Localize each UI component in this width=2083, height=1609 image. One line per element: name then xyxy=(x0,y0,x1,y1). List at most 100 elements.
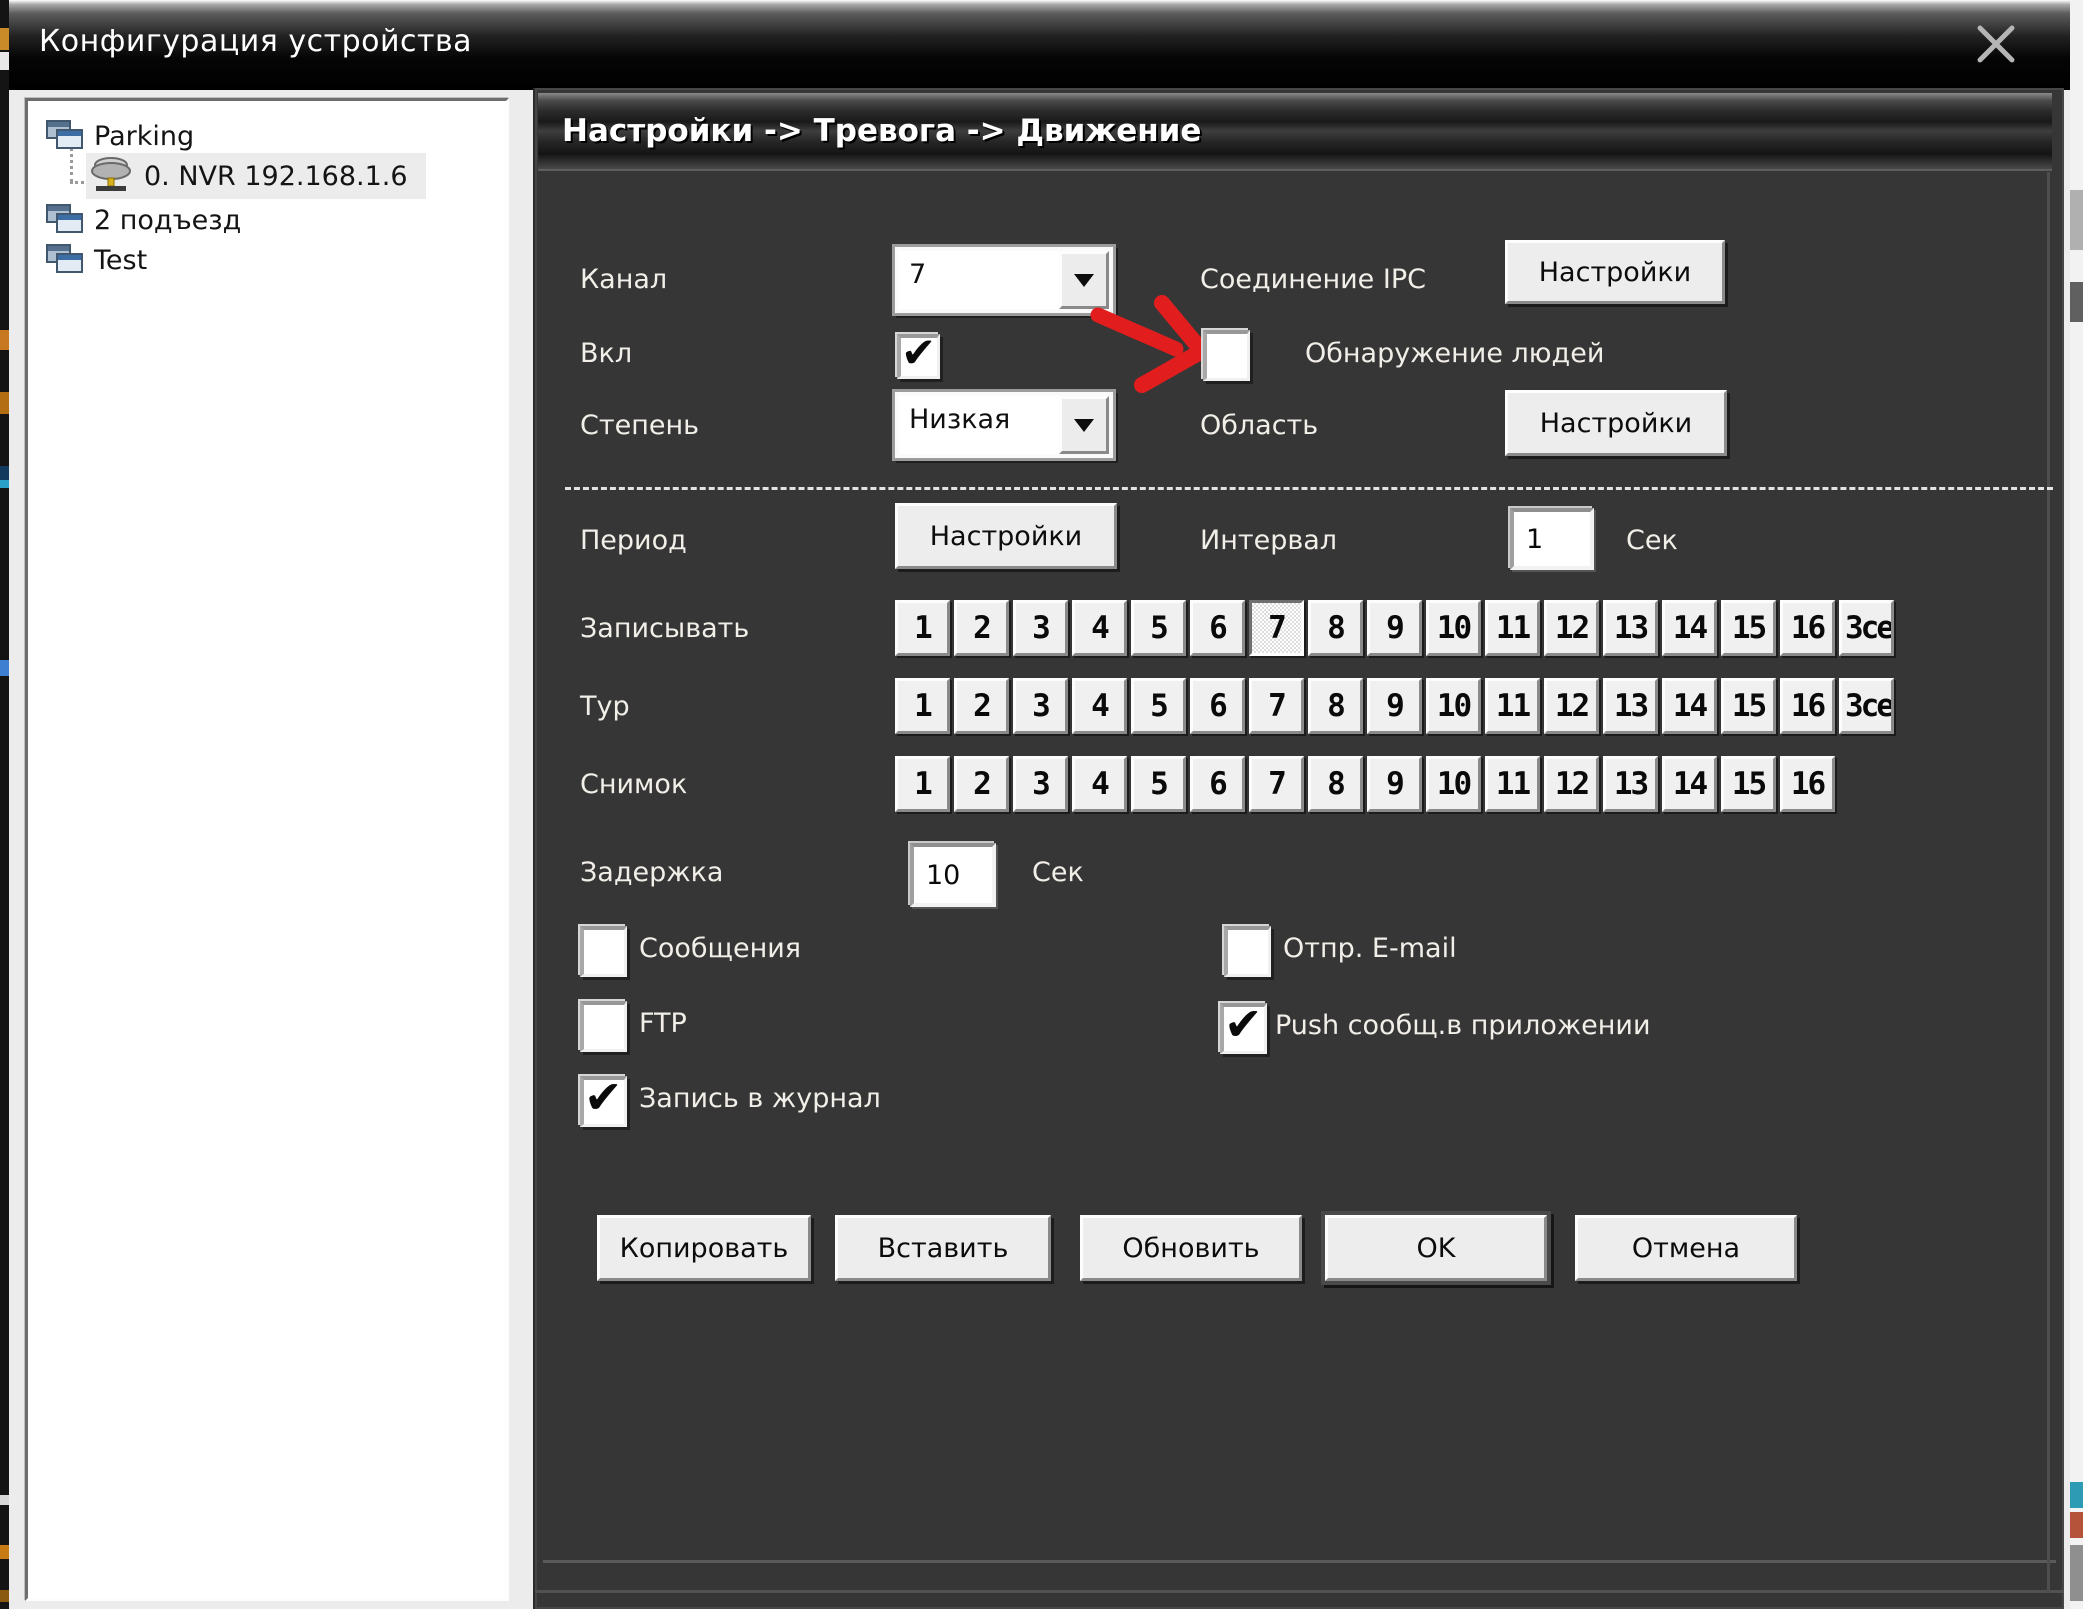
log-checkbox[interactable] xyxy=(580,1076,627,1127)
chevron-down-icon[interactable] xyxy=(1059,396,1109,454)
channel-button-8[interactable]: 8 xyxy=(1308,756,1363,812)
region-label: Область xyxy=(1200,410,1318,441)
channel-button-12[interactable]: 12 xyxy=(1544,678,1599,734)
channel-button-6[interactable]: 6 xyxy=(1190,600,1245,656)
channel-button-6[interactable]: 6 xyxy=(1190,678,1245,734)
channel-button-6[interactable]: 6 xyxy=(1190,756,1245,812)
cancel-button[interactable]: Отмена xyxy=(1575,1215,1797,1281)
channel-select[interactable]: 7 xyxy=(895,247,1113,313)
channel-button-2[interactable]: 2 xyxy=(954,600,1009,656)
channel-button-4[interactable]: 4 xyxy=(1072,678,1127,734)
level-value: Низкая xyxy=(909,404,1010,435)
ipc-settings-button[interactable]: Настройки xyxy=(1505,240,1725,304)
window-title: Конфигурация устройства xyxy=(39,24,472,59)
channel-button-9[interactable]: 9 xyxy=(1367,678,1422,734)
email-checkbox[interactable] xyxy=(1224,926,1271,977)
title-bar: Конфигурация устройства xyxy=(9,0,2070,90)
ftp-checkbox[interactable] xyxy=(580,1001,627,1052)
channel-button-15[interactable]: 15 xyxy=(1721,756,1776,812)
device-group-icon xyxy=(46,241,84,279)
record-channel-strip: 12345678910111213141516Зсе xyxy=(895,600,1894,656)
device-group-icon xyxy=(46,117,84,155)
channel-button-Зсе[interactable]: Зсе xyxy=(1839,678,1894,734)
channel-button-11[interactable]: 11 xyxy=(1485,678,1540,734)
channel-button-14[interactable]: 14 xyxy=(1662,756,1717,812)
interval-input[interactable] xyxy=(1510,508,1594,570)
channel-button-12[interactable]: 12 xyxy=(1544,600,1599,656)
channel-button-2[interactable]: 2 xyxy=(954,678,1009,734)
panel-frame-line xyxy=(535,1590,2064,1593)
channel-button-13[interactable]: 13 xyxy=(1603,600,1658,656)
channel-button-14[interactable]: 14 xyxy=(1662,678,1717,734)
channel-button-12[interactable]: 12 xyxy=(1544,756,1599,812)
channel-button-7[interactable]: 7 xyxy=(1249,756,1304,812)
close-icon[interactable] xyxy=(1974,22,2018,66)
human-detection-checkbox[interactable] xyxy=(1203,330,1250,381)
channel-button-15[interactable]: 15 xyxy=(1721,678,1776,734)
channel-button-14[interactable]: 14 xyxy=(1662,600,1717,656)
messages-checkbox[interactable] xyxy=(580,926,627,977)
channel-button-16[interactable]: 16 xyxy=(1780,756,1835,812)
channel-button-7[interactable]: 7 xyxy=(1249,600,1304,656)
period-settings-button[interactable]: Настройки xyxy=(895,503,1117,569)
channel-button-4[interactable]: 4 xyxy=(1072,600,1127,656)
channel-button-13[interactable]: 13 xyxy=(1603,756,1658,812)
tour-channel-strip: 12345678910111213141516Зсе xyxy=(895,678,1894,734)
separator xyxy=(565,487,2053,490)
channel-button-3[interactable]: 3 xyxy=(1013,756,1068,812)
region-settings-button[interactable]: Настройки xyxy=(1505,390,1727,456)
channel-button-15[interactable]: 15 xyxy=(1721,600,1776,656)
channel-button-Зсе[interactable]: Зсе xyxy=(1839,600,1894,656)
delay-input[interactable] xyxy=(910,843,996,907)
ok-button[interactable]: OK xyxy=(1325,1215,1547,1281)
ipc-connection-label: Соединение IPC xyxy=(1200,264,1426,295)
channel-button-10[interactable]: 10 xyxy=(1426,756,1481,812)
channel-button-11[interactable]: 11 xyxy=(1485,756,1540,812)
tree-item-label: 2 подъезд xyxy=(94,205,241,236)
channel-button-8[interactable]: 8 xyxy=(1308,678,1363,734)
channel-button-1[interactable]: 1 xyxy=(895,756,950,812)
refresh-button[interactable]: Обновить xyxy=(1080,1215,1302,1281)
paste-button[interactable]: Вставить xyxy=(835,1215,1051,1281)
channel-button-5[interactable]: 5 xyxy=(1131,678,1186,734)
channel-button-8[interactable]: 8 xyxy=(1308,600,1363,656)
tree-item-label: Test xyxy=(94,245,147,276)
channel-button-3[interactable]: 3 xyxy=(1013,678,1068,734)
channel-button-5[interactable]: 5 xyxy=(1131,756,1186,812)
interval-unit-label: Сек xyxy=(1626,525,1678,556)
human-detection-label: Обнаружение людей xyxy=(1305,338,1604,369)
copy-button[interactable]: Копировать xyxy=(597,1215,811,1281)
record-label: Записывать xyxy=(580,613,749,644)
device-group-icon xyxy=(46,201,84,239)
channel-button-10[interactable]: 10 xyxy=(1426,678,1481,734)
delay-label: Задержка xyxy=(580,857,723,888)
tree-item-label: 0. NVR 192.168.1.6 xyxy=(144,161,408,192)
channel-button-5[interactable]: 5 xyxy=(1131,600,1186,656)
push-label: Push сообщ.в приложении xyxy=(1275,1010,1651,1041)
channel-button-16[interactable]: 16 xyxy=(1780,678,1835,734)
channel-button-9[interactable]: 9 xyxy=(1367,600,1422,656)
channel-button-3[interactable]: 3 xyxy=(1013,600,1068,656)
channel-button-1[interactable]: 1 xyxy=(895,678,950,734)
push-checkbox[interactable] xyxy=(1220,1003,1267,1054)
channel-button-13[interactable]: 13 xyxy=(1603,678,1658,734)
channel-button-4[interactable]: 4 xyxy=(1072,756,1127,812)
tree-item-nvr[interactable]: 0. NVR 192.168.1.6 xyxy=(86,153,426,199)
messages-label: Сообщения xyxy=(639,933,801,964)
channel-label: Канал xyxy=(580,264,667,295)
tree-item-label: Parking xyxy=(94,121,194,152)
tree-item-test[interactable]: Test xyxy=(44,237,153,283)
screen: Конфигурация устройства xyxy=(0,0,2083,1609)
channel-button-1[interactable]: 1 xyxy=(895,600,950,656)
log-label: Запись в журнал xyxy=(639,1083,881,1114)
channel-button-2[interactable]: 2 xyxy=(954,756,1009,812)
channel-button-11[interactable]: 11 xyxy=(1485,600,1540,656)
channel-button-9[interactable]: 9 xyxy=(1367,756,1422,812)
tour-label: Тур xyxy=(580,691,630,722)
channel-button-7[interactable]: 7 xyxy=(1249,678,1304,734)
channel-button-16[interactable]: 16 xyxy=(1780,600,1835,656)
enable-checkbox[interactable] xyxy=(897,334,940,379)
level-select[interactable]: Низкая xyxy=(895,392,1113,458)
channel-button-10[interactable]: 10 xyxy=(1426,600,1481,656)
chevron-down-icon[interactable] xyxy=(1059,251,1109,309)
